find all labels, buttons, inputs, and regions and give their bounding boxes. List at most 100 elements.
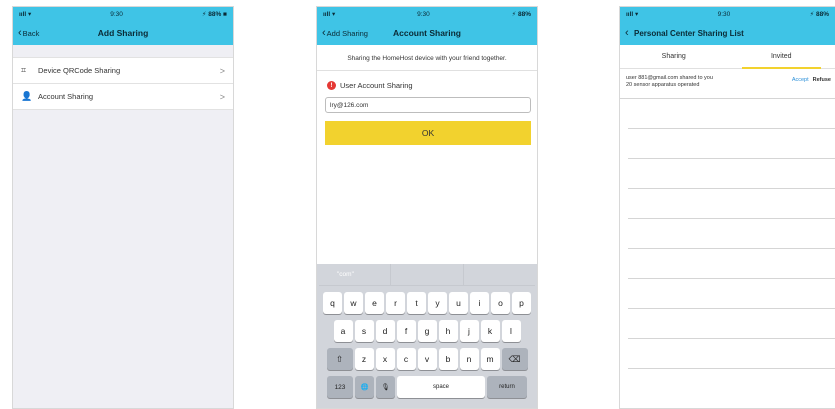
ok-button[interactable]: OK: [325, 121, 531, 145]
chevron-left-icon: ‹: [322, 26, 326, 39]
key-w[interactable]: w: [344, 292, 363, 314]
battery-icon: ⚡ 88% ■: [201, 11, 227, 18]
back-button[interactable]: ‹ Back: [18, 26, 40, 39]
key-t[interactable]: t: [407, 292, 426, 314]
qr-code-icon: ⌗: [21, 65, 27, 75]
tab-invited[interactable]: Invited: [728, 45, 835, 69]
key-e[interactable]: e: [365, 292, 384, 314]
list-item-label: Device QRCode Sharing: [38, 66, 121, 75]
alert-icon: !: [327, 81, 336, 90]
key-n[interactable]: n: [459, 348, 479, 370]
key-x[interactable]: x: [375, 348, 395, 370]
header: ııll ▾ 9:30 ⚡ 88% ■ ‹ Back Add Sharing: [13, 7, 233, 45]
key-q[interactable]: q: [323, 292, 342, 314]
return-key[interactable]: return: [487, 376, 527, 398]
status-bar: ııll ▾ 9:30 ⚡ 88%: [620, 7, 835, 21]
invite-actions: Accept Refuse: [792, 75, 831, 83]
suggestion-item[interactable]: [464, 264, 535, 285]
key-y[interactable]: y: [428, 292, 447, 314]
status-time: 9:30: [417, 10, 430, 18]
list-item: [628, 99, 835, 129]
list-item: [628, 279, 835, 309]
content: Sharing the HomeHost device with your fr…: [317, 45, 537, 408]
list-item: user 881@gmail.com shared to you 20 sens…: [620, 69, 835, 99]
refuse-button[interactable]: Refuse: [813, 77, 831, 83]
key-f[interactable]: f: [396, 320, 416, 342]
shift-key[interactable]: ⇧: [326, 348, 353, 370]
user-icon: 👤: [21, 91, 33, 101]
key-m[interactable]: m: [480, 348, 500, 370]
key-o[interactable]: o: [491, 292, 510, 314]
keyboard-row-4: 123 🌐 🎙 space return: [319, 376, 535, 398]
list-item: [628, 249, 835, 279]
account-sharing-item[interactable]: 👤 Account Sharing >: [13, 84, 233, 110]
tab-sharing[interactable]: Sharing: [620, 45, 728, 68]
back-button[interactable]: ‹: [625, 27, 630, 39]
account-input[interactable]: [325, 97, 531, 113]
invite-message: user 881@gmail.com shared to you 20 sens…: [626, 75, 792, 89]
globe-icon[interactable]: 🌐: [355, 376, 374, 398]
keyboard-row-1: q w e r t y u i o p: [319, 292, 535, 314]
list-item: [628, 129, 835, 159]
suggestion-bar: "com": [319, 264, 535, 286]
nav-bar: ‹ Personal Center Sharing List: [620, 21, 835, 45]
list-item: [628, 219, 835, 249]
back-button[interactable]: ‹ Add Sharing: [322, 26, 368, 39]
list-item: [628, 309, 835, 339]
page-title: Personal Center Sharing List: [634, 28, 744, 38]
key-r[interactable]: r: [386, 292, 405, 314]
key-z[interactable]: z: [354, 348, 374, 370]
key-b[interactable]: b: [438, 348, 458, 370]
key-k[interactable]: k: [480, 320, 500, 342]
key-j[interactable]: j: [459, 320, 479, 342]
key-a[interactable]: a: [333, 320, 353, 342]
sharing-options-list: ⌗ Device QRCode Sharing > 👤 Account Shar…: [13, 57, 233, 110]
nav-bar: ‹ Back Add Sharing: [13, 21, 233, 45]
status-time: 9:30: [110, 10, 123, 18]
key-u[interactable]: u: [449, 292, 468, 314]
section-header: ! User Account Sharing: [317, 71, 537, 94]
key-g[interactable]: g: [417, 320, 437, 342]
content: Sharing Invited user 881@gmail.com share…: [620, 45, 835, 408]
microphone-icon[interactable]: 🎙: [376, 376, 395, 398]
signal-icon: ııll ▾: [323, 11, 336, 18]
status-bar: ııll ▾ 9:30 ⚡ 88%: [317, 7, 537, 21]
page-title: Add Sharing: [97, 28, 149, 38]
chevron-right-icon: >: [219, 65, 225, 76]
header: ııll ▾ 9:30 ⚡ 88% ‹ Add Sharing Account …: [317, 7, 537, 45]
device-qrcode-sharing-item[interactable]: ⌗ Device QRCode Sharing >: [13, 58, 233, 84]
key-p[interactable]: p: [512, 292, 531, 314]
key-v[interactable]: v: [417, 348, 437, 370]
chevron-left-icon: ‹: [18, 26, 22, 39]
numbers-key[interactable]: 123: [327, 376, 353, 398]
content: ⌗ Device QRCode Sharing > 👤 Account Shar…: [13, 45, 233, 408]
tab-bar: Sharing Invited: [620, 45, 835, 69]
key-l[interactable]: l: [501, 320, 521, 342]
status-time: 9:30: [717, 10, 731, 18]
header: ııll ▾ 9:30 ⚡ 88% ‹ Personal Center Shar…: [620, 7, 835, 45]
key-s[interactable]: s: [354, 320, 374, 342]
list-item-label: Account Sharing: [38, 92, 94, 101]
phone-sharing-list: ııll ▾ 9:30 ⚡ 88% ‹ Personal Center Shar…: [619, 6, 835, 409]
key-h[interactable]: h: [438, 320, 458, 342]
battery-icon: ⚡ 88%: [511, 11, 531, 18]
suggestion-item[interactable]: [391, 264, 464, 285]
key-i[interactable]: i: [470, 292, 489, 314]
keyboard: "com" q w e r t y u i o p a s d f g h j …: [317, 264, 537, 408]
list-item: [628, 189, 835, 219]
key-c[interactable]: c: [396, 348, 416, 370]
key-d[interactable]: d: [375, 320, 395, 342]
list-item: [628, 339, 835, 369]
back-label: Add Sharing: [326, 28, 368, 38]
backspace-key[interactable]: ⌫: [501, 348, 528, 370]
space-key[interactable]: space: [397, 376, 485, 398]
status-bar: ııll ▾ 9:30 ⚡ 88% ■: [13, 7, 233, 21]
section-label: User Account Sharing: [340, 81, 413, 90]
accept-button[interactable]: Accept: [792, 77, 809, 83]
sharing-description: Sharing the HomeHost device with your fr…: [317, 45, 537, 71]
back-label: Back: [22, 28, 40, 38]
suggestion-item[interactable]: "com": [319, 264, 392, 285]
chevron-right-icon: >: [219, 91, 225, 102]
nav-bar: ‹ Add Sharing Account Sharing: [317, 21, 537, 45]
